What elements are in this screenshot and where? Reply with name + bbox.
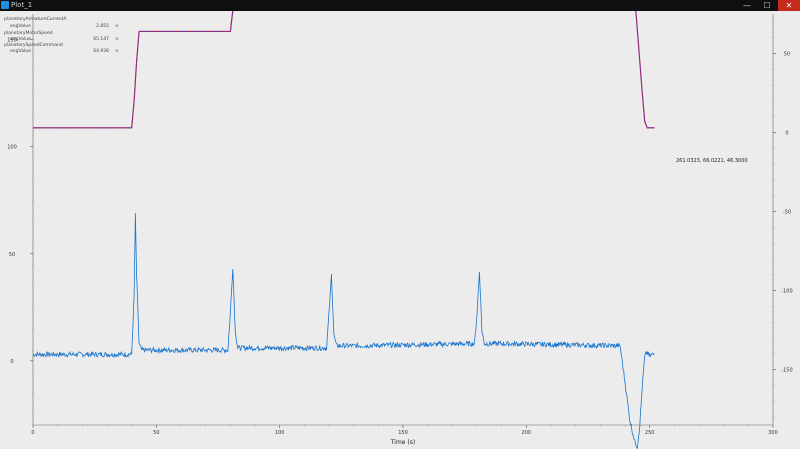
- x-tick-label: 150: [398, 430, 408, 436]
- plot-app-icon: [1, 1, 9, 9]
- legend-value-command: 64.936: [93, 48, 109, 54]
- legend-marker-current[interactable]: ×: [115, 23, 119, 29]
- cursor-readout: 261.0323, 66.0221, 46.3000: [676, 158, 748, 164]
- legend-value-current: 2.855: [96, 23, 109, 29]
- legend-signal-command: planetarySpeedCommand: [4, 42, 63, 48]
- x-tick-label: 0: [31, 430, 34, 436]
- minimize-button[interactable]: —: [738, 0, 756, 11]
- legend-field-speed: engValue: [10, 36, 31, 42]
- left-y-tick-label: 50: [9, 252, 15, 258]
- window-title: Plot_1: [11, 1, 33, 9]
- left-y-tick-label: 0: [10, 359, 13, 365]
- x-axis-label: Time (s): [390, 439, 415, 446]
- plot-area[interactable]: 0 50 100 150 200 250 300050100150500-50-100-15…: [0, 11, 800, 449]
- right-y-tick-label: 50: [784, 52, 790, 58]
- legend-signal-speed: planetaryMotorSpeed: [4, 30, 53, 36]
- right-y-tick-label: 0: [785, 131, 788, 137]
- legend-marker-command[interactable]: ×: [115, 48, 119, 54]
- title-bar[interactable]: Plot_1 — ☐ ✕: [0, 0, 800, 11]
- right-y-tick-label: -150: [781, 368, 792, 374]
- plot-background: [0, 11, 800, 449]
- plot-window: Plot_1 — ☐ ✕ 0 50 100 150 200 250 300 0 50 100 150…: [0, 0, 800, 449]
- legend-field-current: engValue: [10, 23, 31, 29]
- legend-value-speed: 65.147: [93, 36, 109, 42]
- legend-field-command: engValue: [10, 48, 31, 54]
- x-tick-label: 50: [153, 430, 159, 436]
- maximize-button[interactable]: ☐: [758, 0, 776, 11]
- close-button[interactable]: ✕: [778, 0, 800, 11]
- legend-signal-current: planetaryArmatureCurrentA: [4, 16, 68, 22]
- x-tick-label: 300: [768, 430, 778, 436]
- x-tick-label: 100: [275, 430, 285, 436]
- x-tick-label: 250: [645, 430, 655, 436]
- legend-marker-speed[interactable]: ×: [115, 36, 119, 42]
- right-y-tick-label: -100: [781, 289, 792, 295]
- right-y-tick-label: -50: [783, 210, 791, 216]
- left-y-tick-label: 100: [7, 145, 17, 151]
- x-tick-label: 200: [522, 430, 532, 436]
